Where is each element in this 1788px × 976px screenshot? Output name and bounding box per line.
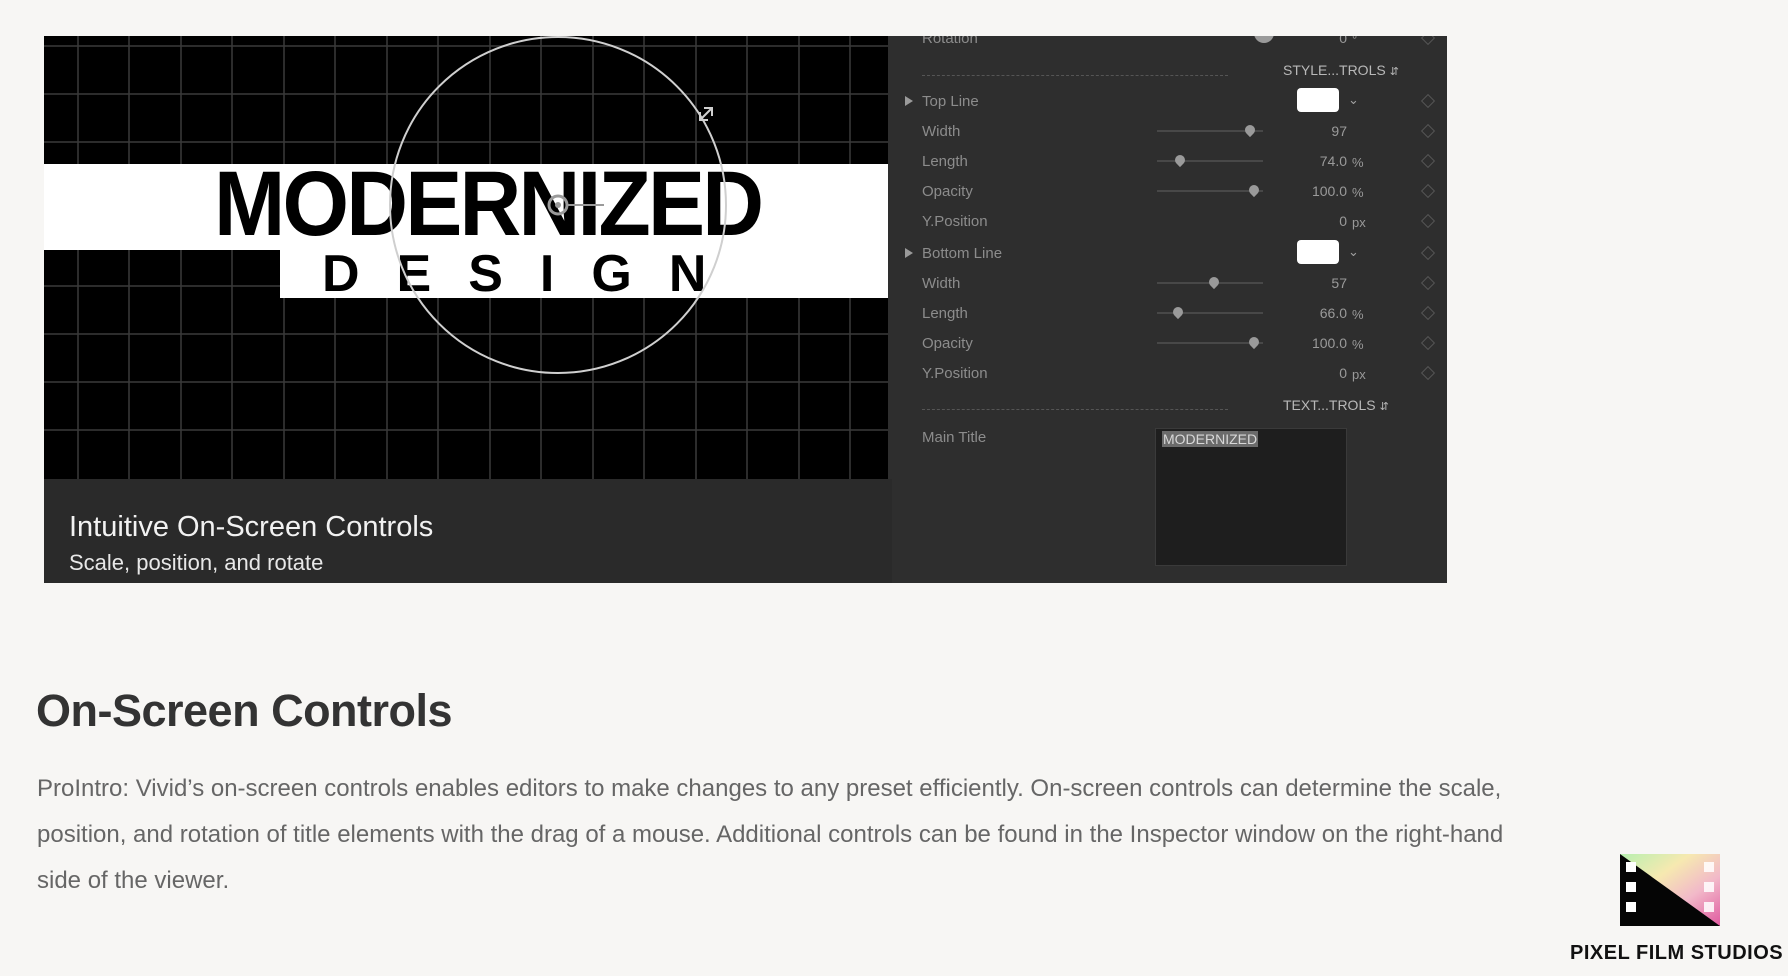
text-controls-group[interactable]: TEXT...TROLS ⇵ <box>1283 397 1389 413</box>
section-heading: On-Screen Controls <box>36 685 453 736</box>
param-y-position: Y.Position 0 px <box>892 210 1447 234</box>
param-length: Length 74.0% <box>892 150 1447 174</box>
param-value[interactable]: 66.0 <box>1320 305 1347 321</box>
slider-knob[interactable] <box>1242 122 1258 138</box>
selected-text: MODERNIZED <box>1162 431 1259 447</box>
param-value[interactable]: 0 <box>1339 213 1347 229</box>
param-label: Y.Position <box>922 365 988 382</box>
param-length: Length 66.0% <box>892 302 1447 326</box>
canvas-viewer[interactable]: MODERNIZED DESIGN <box>44 36 888 479</box>
param-label: Length <box>922 305 968 322</box>
param-width: Width 57 <box>892 272 1447 296</box>
pixel-film-studios-logo[interactable]: PIXEL FILM STUDIOS <box>1560 850 1784 970</box>
param-value[interactable]: 97 <box>1331 123 1347 139</box>
param-label: Width <box>922 123 961 140</box>
slider-track[interactable] <box>1157 342 1263 344</box>
slider-knob[interactable] <box>1246 182 1262 198</box>
keyframe-diamond-icon[interactable] <box>1420 153 1436 169</box>
slider-track[interactable] <box>1157 190 1263 192</box>
keyframe-diamond-icon[interactable] <box>1420 36 1436 46</box>
param-unit: % <box>1352 307 1364 322</box>
rotation-knob-icon[interactable] <box>1254 36 1274 43</box>
param-value[interactable]: 100.0 <box>1312 335 1347 351</box>
slider-knob[interactable] <box>1172 152 1188 168</box>
param-label: Rotation <box>922 36 978 47</box>
resize-handle-icon[interactable] <box>699 107 713 121</box>
color-swatch[interactable] <box>1297 88 1339 112</box>
group-label: TEXT...TROLS <box>1283 397 1376 413</box>
param-unit: % <box>1352 155 1364 170</box>
param-value[interactable]: 0 <box>1339 365 1347 381</box>
updown-arrows-icon: ⇵ <box>1389 66 1399 78</box>
caption-title: Intuitive On-Screen Controls <box>69 511 434 543</box>
param-label: Opacity <box>922 183 973 200</box>
param-label: Top Line <box>922 93 979 110</box>
disclosure-triangle-icon[interactable] <box>905 96 913 106</box>
keyframe-diamond-icon[interactable] <box>1420 365 1436 381</box>
brand-name: PIXEL FILM STUDIOS <box>1570 942 1784 964</box>
param-value[interactable]: 74.0 <box>1320 153 1347 169</box>
group-divider <box>922 409 1228 410</box>
film-strip-logo-icon <box>1620 854 1720 926</box>
param-opacity: Opacity 100.0% <box>892 180 1447 204</box>
caption-subtitle: Scale, position, and rotate <box>69 550 324 575</box>
param-unit: ° <box>1352 36 1358 47</box>
inspector-panel: Rotation 0 ° STYLE...TROLS ⇵ Top Line ⌄ W… <box>892 36 1447 583</box>
slider-knob[interactable] <box>1246 334 1262 350</box>
caption-panel: Intuitive On-Screen Controls Scale, posi… <box>44 479 892 583</box>
param-unit: % <box>1352 185 1364 200</box>
keyframe-diamond-icon[interactable] <box>1420 183 1436 199</box>
slider-knob[interactable] <box>1206 274 1222 290</box>
param-label: Main Title <box>922 429 987 446</box>
position-handle-center <box>555 202 561 208</box>
slider-knob[interactable] <box>1170 304 1186 320</box>
param-label: Opacity <box>922 335 973 352</box>
group-divider <box>922 75 1228 76</box>
keyframe-diamond-icon[interactable] <box>1420 213 1436 229</box>
keyframe-diamond-icon[interactable] <box>1420 245 1436 261</box>
param-label: Length <box>922 153 968 170</box>
main-title-textarea[interactable]: MODERNIZED <box>1155 428 1347 566</box>
param-value[interactable]: 0 <box>1339 36 1347 46</box>
param-label: Width <box>922 275 961 292</box>
keyframe-diamond-icon[interactable] <box>1420 335 1436 351</box>
param-bottom-line[interactable]: Bottom Line ⌄ <box>892 240 1447 266</box>
keyframe-diamond-icon[interactable] <box>1420 93 1436 109</box>
keyframe-diamond-icon[interactable] <box>1420 123 1436 139</box>
param-value[interactable]: 100.0 <box>1312 183 1347 199</box>
param-unit: px <box>1352 215 1366 230</box>
param-unit: px <box>1352 367 1366 382</box>
onscreen-control-overlay <box>389 36 727 374</box>
param-label: Y.Position <box>922 213 988 230</box>
group-label: STYLE...TROLS <box>1283 62 1386 78</box>
param-label: Bottom Line <box>922 245 1003 262</box>
param-width: Width 97 <box>892 120 1447 144</box>
keyframe-diamond-icon[interactable] <box>1420 305 1436 321</box>
product-screenshot: MODERNIZED DESIGN Intuitive On-Screen Co… <box>44 36 1447 583</box>
param-top-line[interactable]: Top Line ⌄ <box>892 88 1447 114</box>
slider-track[interactable] <box>1157 160 1263 162</box>
param-y-position: Y.Position 0 px <box>892 362 1447 386</box>
chevron-down-icon[interactable]: ⌄ <box>1348 244 1359 260</box>
param-opacity: Opacity 100.0% <box>892 332 1447 356</box>
param-rotation: Rotation 0 ° <box>892 36 1447 51</box>
chevron-down-icon[interactable]: ⌄ <box>1348 92 1359 108</box>
param-unit: % <box>1352 337 1364 352</box>
section-body: ProIntro: Vivid’s on-screen controls ena… <box>37 775 1504 894</box>
style-controls-group[interactable]: STYLE...TROLS ⇵ <box>1283 62 1399 78</box>
disclosure-triangle-icon[interactable] <box>905 248 913 258</box>
color-swatch[interactable] <box>1297 240 1339 264</box>
keyframe-diamond-icon[interactable] <box>1420 275 1436 291</box>
param-value[interactable]: 57 <box>1331 275 1347 291</box>
updown-arrows-icon: ⇵ <box>1379 401 1389 413</box>
